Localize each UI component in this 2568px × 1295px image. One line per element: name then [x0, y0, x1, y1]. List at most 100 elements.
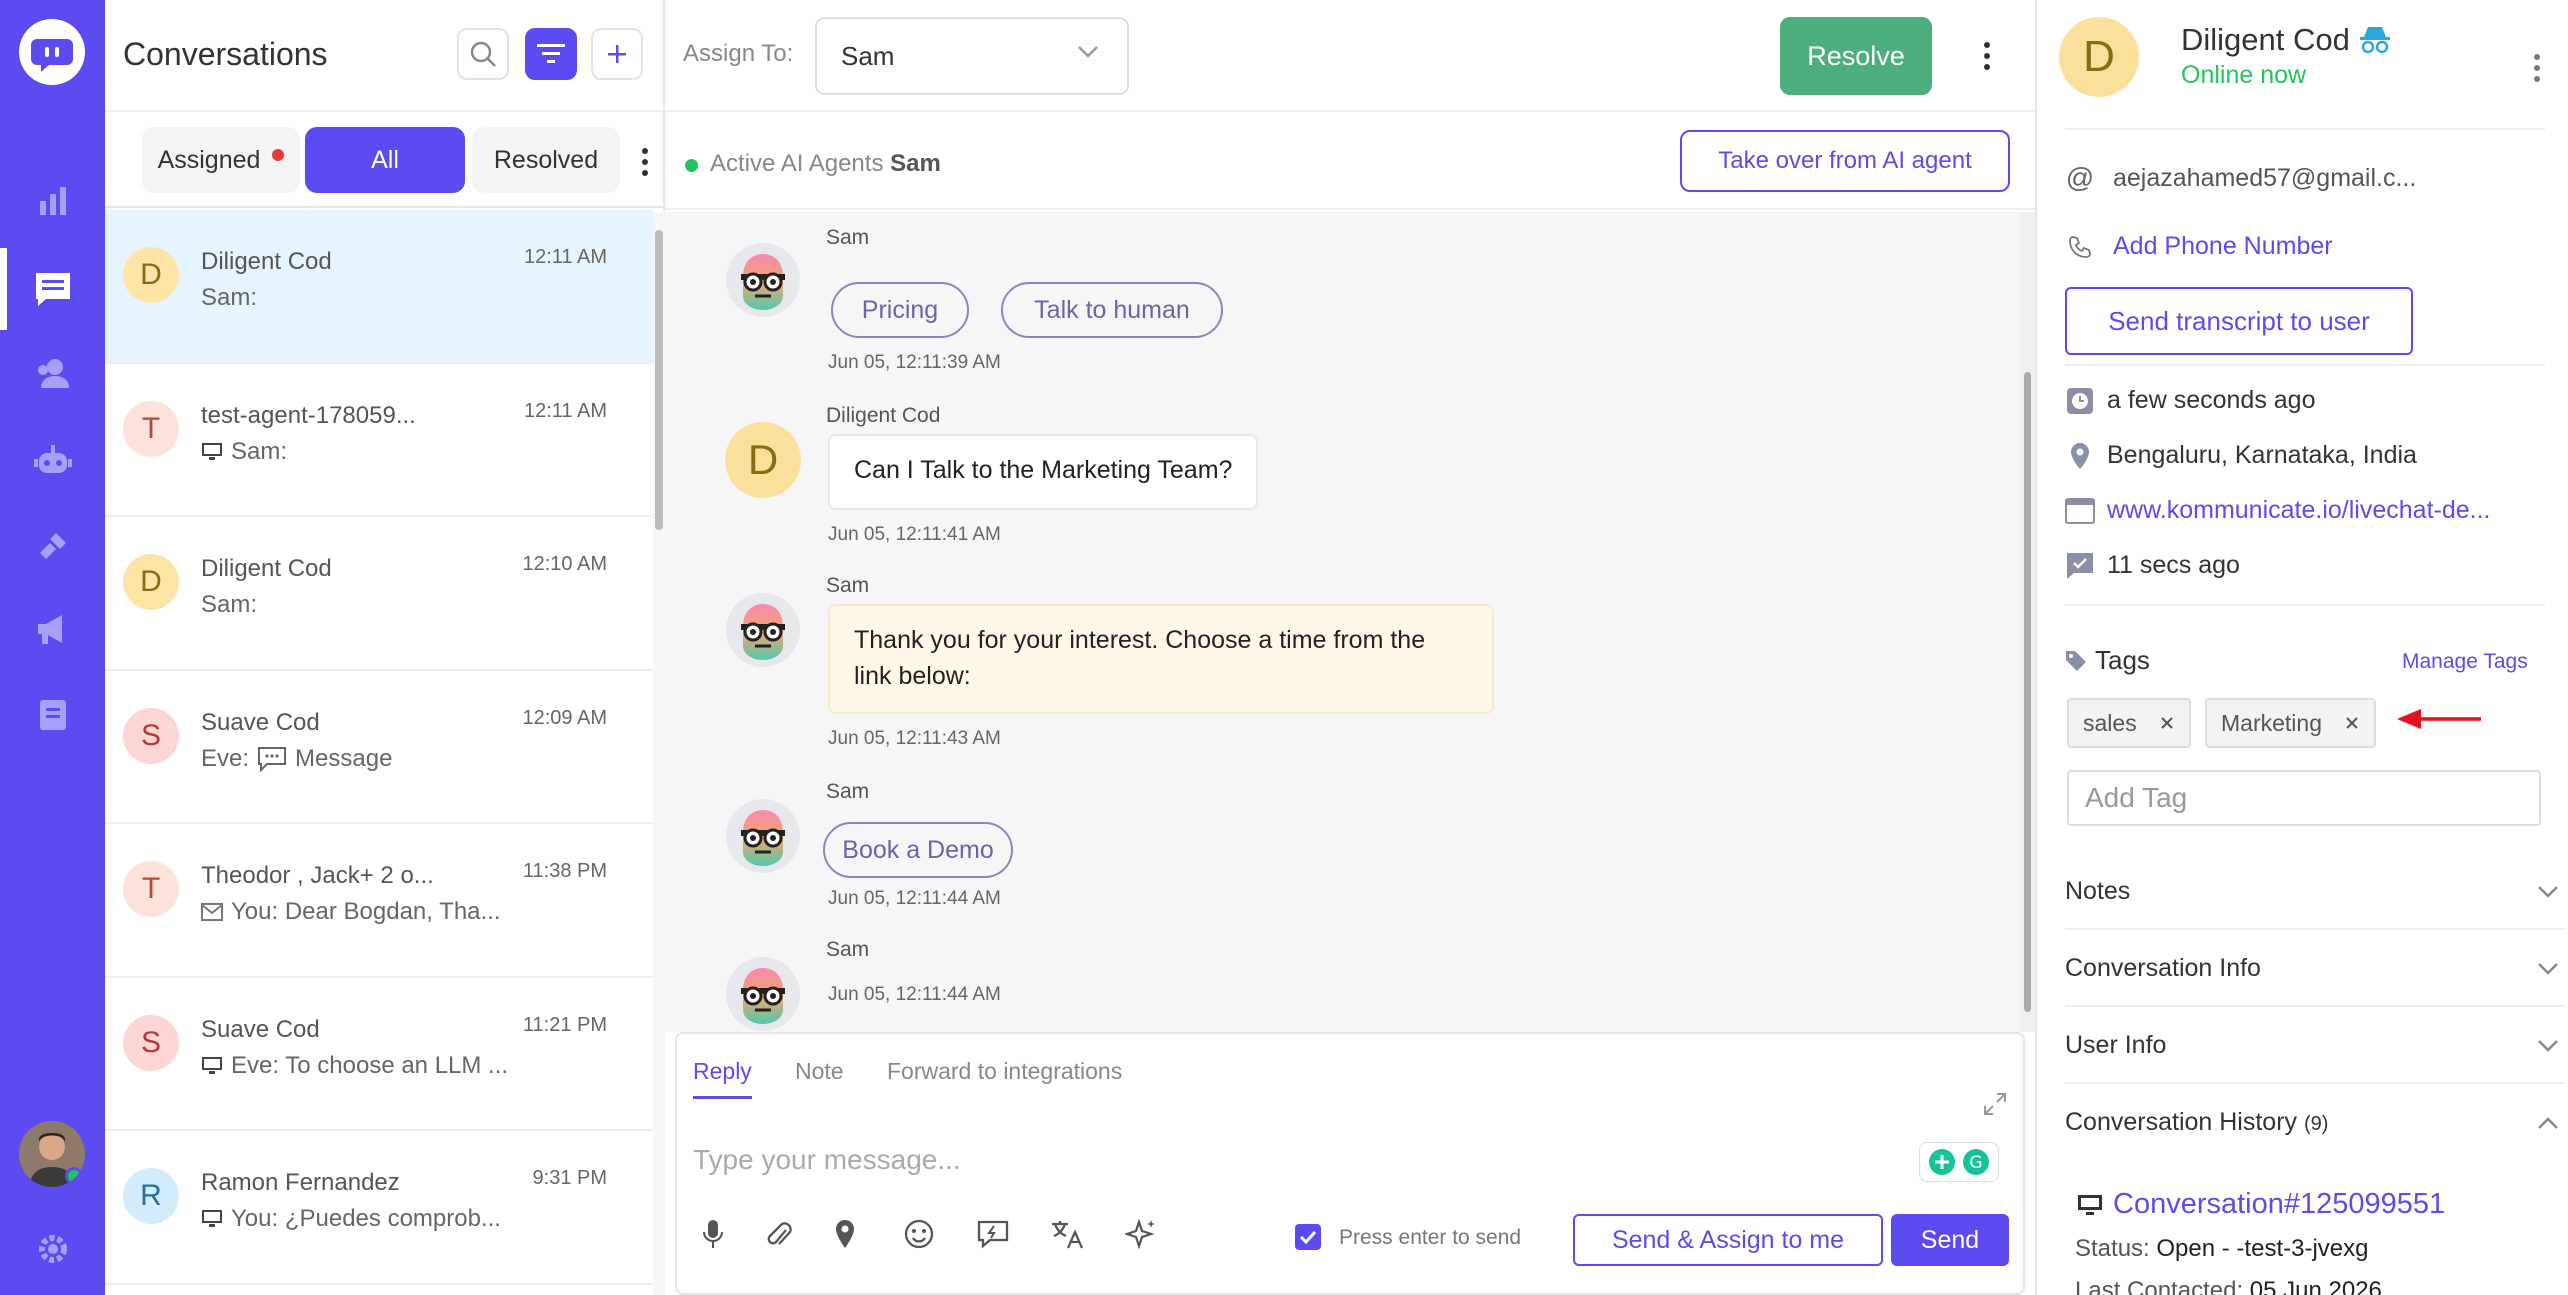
manage-tags-link[interactable]: Manage Tags: [2402, 650, 2528, 674]
tab-reply[interactable]: Reply: [693, 1058, 752, 1099]
bot-icon[interactable]: [32, 440, 74, 482]
contact-avatar: S: [123, 707, 179, 764]
conversation-history-title: Conversation History (9): [2065, 1108, 2329, 1136]
conversation-row[interactable]: S Suave Cod 11:21 PM Eve: To choose an LLM …: [105, 977, 653, 1131]
tag-icon: [2066, 650, 2086, 671]
svg-text:G: G: [1969, 1153, 1982, 1173]
send-button[interactable]: Send: [1891, 1214, 2009, 1266]
online-status: Online now: [2181, 61, 2307, 89]
message-input[interactable]: Type your message...: [693, 1144, 961, 1176]
quick-reply-book-demo[interactable]: Book a Demo: [823, 822, 1013, 878]
filter-icon: [537, 44, 565, 63]
chat-more-icon[interactable]: [1977, 36, 1997, 76]
active-indicator: [0, 248, 7, 330]
search-button[interactable]: [457, 28, 509, 80]
message-sender: Sam: [826, 226, 870, 249]
conversation-row[interactable]: D Diligent Cod 12:11 AM Sam:: [105, 210, 653, 364]
take-over-button[interactable]: Take over from AI agent: [1680, 130, 2010, 192]
press-enter-checkbox[interactable]: [1295, 1224, 1321, 1250]
divider: [2065, 928, 2565, 930]
reports-icon[interactable]: [32, 180, 74, 222]
ai-sparkle-icon[interactable]: [1121, 1214, 1161, 1254]
add-phone-link[interactable]: Add Phone Number: [2113, 232, 2333, 261]
unread-dot: [272, 149, 285, 161]
robot-icon: [726, 593, 800, 667]
quick-reply-talk-to-human[interactable]: Talk to human: [1001, 282, 1223, 338]
quick-reply-pricing[interactable]: Pricing: [831, 282, 969, 338]
conversation-history-section[interactable]: Conversation History (9): [2065, 1108, 2559, 1137]
remove-tag-icon[interactable]: [2344, 715, 2360, 731]
agent-avatar[interactable]: [19, 1121, 85, 1187]
conversations-icon[interactable]: [32, 268, 74, 310]
contact-name: Suave Cod: [201, 708, 320, 736]
message-timestamp: Jun 05, 12:11:43 AM: [828, 728, 1001, 749]
kommunicate-logo[interactable]: [19, 19, 85, 85]
chevron-down-icon: [2538, 962, 2558, 975]
chevron-down-icon: [2538, 885, 2558, 898]
emoji-icon[interactable]: [899, 1214, 939, 1254]
notes-section[interactable]: Notes: [2065, 877, 2559, 906]
chevron-down-icon: [2538, 1039, 2558, 1052]
conversation-row[interactable]: D Diligent Cod 12:10 AM Sam:: [105, 517, 653, 671]
tags-heading: Tags: [2065, 645, 2150, 676]
tab-note[interactable]: Note: [795, 1058, 844, 1085]
user-name: Diligent Cod: [2181, 22, 2392, 58]
phone-row: Add Phone Number: [2065, 232, 2333, 261]
checkmark-icon: [1299, 1230, 1317, 1244]
conversation-history-link[interactable]: Conversation#125099551: [2077, 1188, 2445, 1221]
conversation-row[interactable]: T Theodor , Jack+ 2 o... 11:38 PM You: Dear…: [105, 824, 653, 978]
users-icon[interactable]: [32, 353, 74, 395]
preview-line: You: ¿Puedes comprob...: [201, 1205, 501, 1233]
page-title: Conversations: [123, 36, 328, 72]
send-transcript-button[interactable]: Send transcript to user: [2065, 287, 2413, 355]
grammarly-widget[interactable]: G: [1919, 1142, 1999, 1182]
new-conversation-button[interactable]: [591, 28, 643, 80]
remove-tag-icon[interactable]: [2159, 715, 2175, 731]
attachment-icon[interactable]: [759, 1214, 799, 1254]
resolve-button[interactable]: Resolve: [1780, 17, 1932, 95]
tab-forward-integrations[interactable]: Forward to integrations: [887, 1058, 1122, 1085]
send-and-assign-button[interactable]: Send & Assign to me: [1573, 1214, 1883, 1266]
user-more-icon[interactable]: [2527, 48, 2547, 88]
expand-icon[interactable]: [1983, 1092, 2007, 1116]
user-info-section[interactable]: User Info: [2065, 1031, 2559, 1060]
contact-avatar: D: [123, 247, 179, 303]
settings-icon[interactable]: [32, 1228, 74, 1270]
conversation-time: 11:21 PM: [522, 1013, 607, 1036]
location-icon[interactable]: [825, 1214, 865, 1254]
divider: [2065, 1005, 2565, 1007]
add-tag-input[interactable]: Add Tag: [2067, 770, 2541, 826]
contact-avatar: T: [123, 400, 179, 457]
tabs-more-icon[interactable]: [635, 142, 655, 182]
list-scrollbar[interactable]: [653, 212, 665, 1295]
integrations-icon[interactable]: [32, 525, 74, 567]
bot-avatar: [725, 592, 801, 668]
knowledge-base-icon[interactable]: [32, 694, 74, 736]
assignee-select[interactable]: Sam: [815, 17, 1129, 95]
preview-line: Sam:: [201, 284, 257, 312]
conversation-info-section[interactable]: Conversation Info: [2065, 954, 2559, 983]
conversation-row[interactable]: Ttest-agent-178059... 12:11 AM Sam:: [105, 363, 653, 517]
microphone-icon[interactable]: [693, 1214, 733, 1254]
contact-avatar: D: [123, 554, 179, 610]
divider: [2065, 604, 2545, 606]
quick-reply-icon[interactable]: [973, 1214, 1013, 1254]
last-seen-row: a few seconds ago: [2065, 386, 2315, 415]
conversation-row[interactable]: R Ramon Fernandez 9:31 PM You: ¿Puedes comp…: [105, 1131, 653, 1285]
press-enter-label: Press enter to send: [1339, 1226, 1522, 1249]
tab-resolved[interactable]: Resolved: [472, 127, 620, 193]
tag-label: sales: [2083, 709, 2137, 736]
conversation-row[interactable]: S Suave Cod 12:09 AM Eve: Message: [105, 670, 653, 824]
message-sender: Sam: [826, 780, 870, 803]
contact-name: Theodor , Jack+ 2 o...: [201, 862, 434, 889]
translate-icon[interactable]: [1047, 1214, 1087, 1254]
tab-all[interactable]: All: [305, 127, 465, 193]
conversation-time: 12:10 AM: [522, 553, 607, 575]
message-scrollbar[interactable]: [2020, 212, 2035, 1032]
campaigns-icon[interactable]: [32, 608, 74, 650]
message-thread: Sam Pricing Talk to human Jun 05, 12:11:…: [665, 212, 2023, 1032]
page-url-link[interactable]: www.kommunicate.io/livechat-de...: [2107, 496, 2490, 525]
filter-button[interactable]: [525, 28, 577, 80]
active-status-dot: [685, 159, 698, 172]
tab-assigned[interactable]: Assigned: [142, 127, 300, 193]
